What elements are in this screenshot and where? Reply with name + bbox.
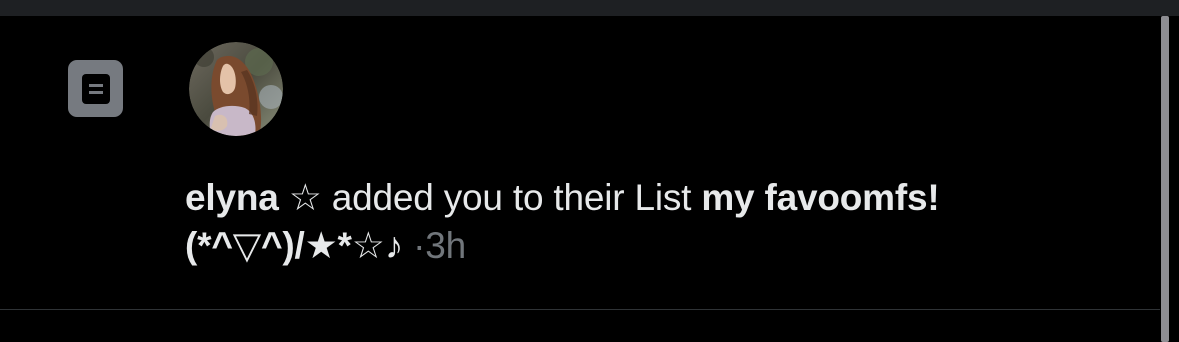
separator-dot: · (413, 225, 426, 266)
top-bar (0, 0, 1179, 16)
scrollbar-thumb[interactable] (1161, 16, 1169, 342)
user-name-link[interactable]: elyna ☆ (185, 177, 322, 218)
user-avatar[interactable] (189, 42, 283, 136)
list-name-link-continued[interactable]: (*^▽^)/★*☆♪ (185, 225, 403, 266)
timestamp: 3h (425, 225, 467, 266)
next-item-area (0, 310, 1160, 342)
action-text: added you to their List (331, 177, 692, 218)
list-icon (68, 60, 123, 117)
notification-text: elyna ☆ added you to their List my favoo… (185, 174, 1145, 270)
list-added-notification[interactable]: elyna ☆ added you to their List my favoo… (0, 16, 1160, 309)
list-name-link[interactable]: my favoomfs! (701, 177, 939, 218)
